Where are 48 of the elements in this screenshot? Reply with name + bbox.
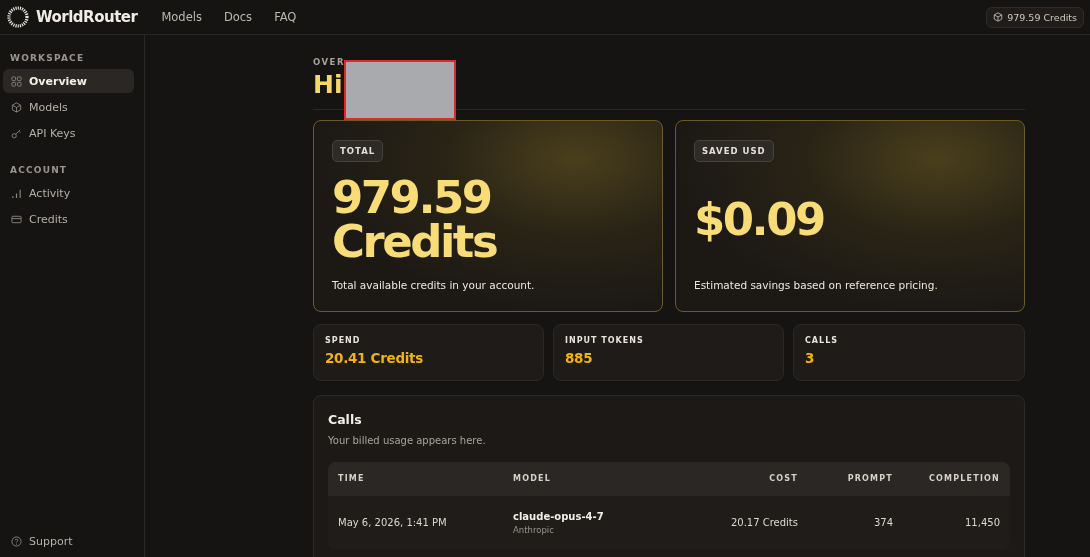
- key-icon: [11, 127, 22, 139]
- grid-icon: [11, 75, 22, 87]
- model-name: claude-opus-4-7: [513, 510, 605, 522]
- sidebar-item[interactable]: Activity: [3, 181, 134, 205]
- table-cell-text: 374: [872, 517, 893, 528]
- provider-name: Anthropic: [513, 524, 555, 535]
- sidebar-item[interactable]: API Keys: [3, 121, 134, 145]
- column-header: PROMPT: [846, 474, 893, 483]
- greeting: Hi: [313, 71, 344, 99]
- support-link[interactable]: Support: [3, 529, 134, 553]
- nav-link[interactable]: Models: [161, 10, 202, 24]
- table-cell-text: 20.17 Credits: [729, 517, 798, 528]
- card-value: 979.59 Credits: [332, 175, 498, 265]
- help-icon: [11, 535, 22, 547]
- card-icon: [11, 213, 22, 225]
- stat-label: CALLS: [805, 335, 840, 345]
- sidebar-item[interactable]: Overview: [3, 69, 134, 93]
- stat-value: 3: [805, 349, 816, 366]
- stat-value: 885: [565, 349, 594, 366]
- cube-icon: [11, 101, 22, 113]
- credits-badge[interactable]: 979.59 Credits: [986, 6, 1084, 28]
- table-cell-text: May 6, 2026, 1:41 PM: [338, 517, 448, 528]
- page-eyebrow: OVER: [313, 57, 346, 67]
- logo-icon: [6, 5, 30, 29]
- section-heading: ACCOUNT: [9, 165, 69, 175]
- column-header: TIME: [338, 474, 366, 483]
- cube-icon: [993, 12, 1004, 22]
- panel-subtitle: Your billed usage appears here.: [328, 434, 487, 446]
- panel-title: Calls: [328, 411, 363, 427]
- sidebar-item[interactable]: Credits: [3, 207, 134, 231]
- stat-label: INPUT TOKENS: [565, 335, 645, 345]
- nav-link[interactable]: FAQ: [274, 10, 297, 24]
- card-tag: SAVED USD: [694, 139, 774, 162]
- column-header: MODEL: [513, 474, 552, 483]
- column-header: COMPLETION: [928, 474, 1000, 483]
- sidebar-item[interactable]: Models: [3, 95, 134, 119]
- stat-value: 20.41 Credits: [325, 349, 424, 366]
- card-tag: TOTAL: [332, 139, 384, 162]
- card-value: $0.09: [694, 197, 825, 243]
- card-caption: Total available credits in your account.: [332, 278, 536, 291]
- nav-link[interactable]: Docs: [223, 10, 253, 24]
- brand-name: WorldRouter: [36, 8, 138, 26]
- bar-chart-icon: [11, 187, 22, 199]
- card-caption: Estimated savings based on reference pricing.: [694, 278, 939, 291]
- column-header: COST: [768, 474, 798, 483]
- stat-label: SPEND: [325, 335, 362, 345]
- table-cell-text: 11,450: [964, 517, 1000, 528]
- section-heading: WORKSPACE: [9, 53, 86, 63]
